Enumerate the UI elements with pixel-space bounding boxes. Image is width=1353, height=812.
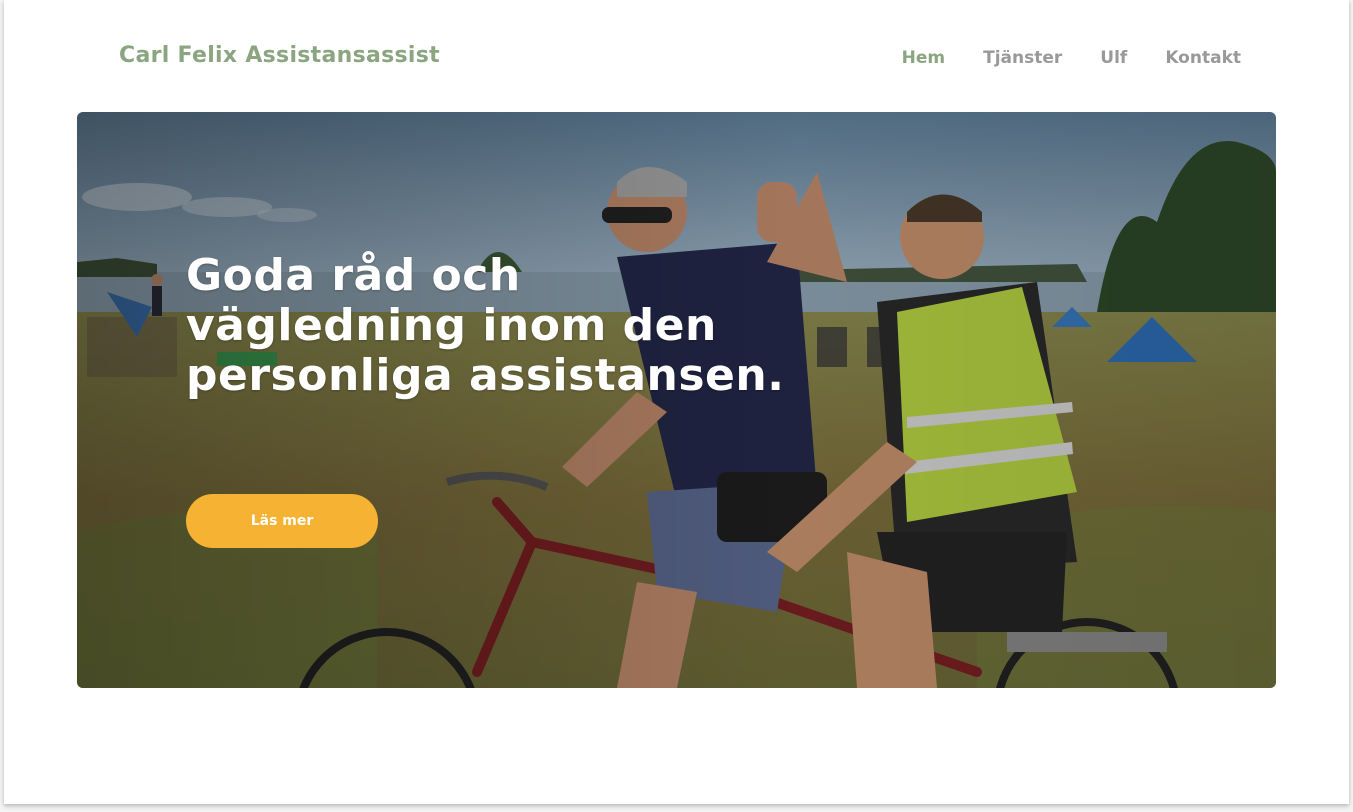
- nav-item-hem[interactable]: Hem: [902, 48, 945, 68]
- nav-item-kontakt[interactable]: Kontakt: [1165, 48, 1241, 68]
- site-logo-text[interactable]: Carl Felix Assistansassist: [119, 43, 440, 68]
- nav-item-tjanster[interactable]: Tjänster: [983, 48, 1062, 68]
- read-more-button[interactable]: Läs mer: [186, 494, 378, 548]
- page: Carl Felix Assistansassist Hem Tjänster …: [4, 0, 1349, 804]
- hero-section: Goda råd och vägledning inom den personl…: [77, 112, 1276, 688]
- hero-headline: Goda råd och vägledning inom den personl…: [186, 250, 785, 401]
- main-nav: Hem Tjänster Ulf Kontakt: [902, 48, 1241, 68]
- nav-item-ulf[interactable]: Ulf: [1100, 48, 1127, 68]
